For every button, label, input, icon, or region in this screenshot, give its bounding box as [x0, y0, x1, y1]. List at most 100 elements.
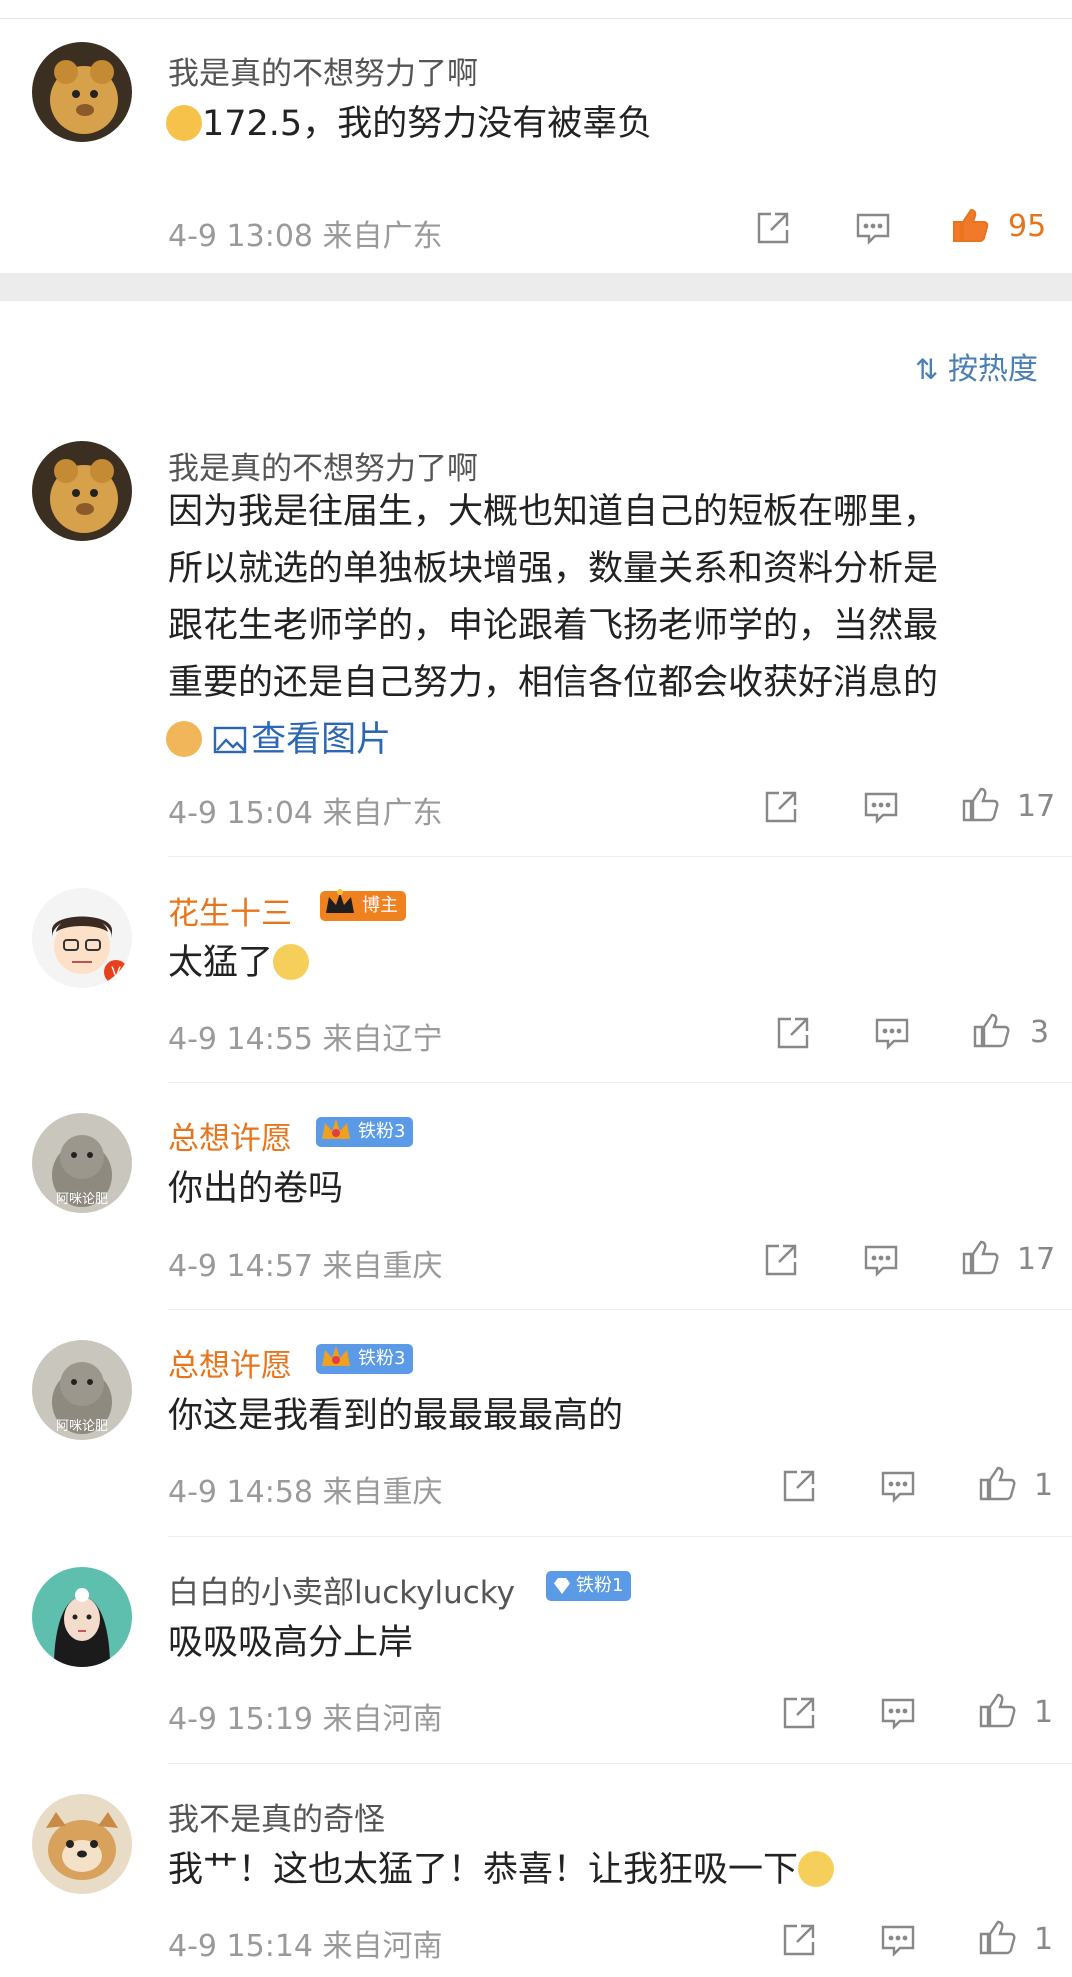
- timestamp: 4-9 13:08: [168, 219, 313, 254]
- like-count: 17: [1017, 789, 1056, 824]
- share-icon[interactable]: [779, 1466, 819, 1506]
- comment-icon[interactable]: [878, 1466, 918, 1506]
- sort-hot-button[interactable]: ⇅ 按热度: [915, 344, 1038, 388]
- avatar[interactable]: V: [32, 888, 132, 988]
- like-icon[interactable]: [977, 1917, 1017, 1957]
- comment-line: 跟花生老师学的，申论跟着飞扬老师学的，当然最: [168, 606, 939, 646]
- top-divider: [0, 18, 1072, 19]
- username[interactable]: 白白的小卖部luckylucky: [168, 1567, 515, 1612]
- like-count: 95: [1008, 209, 1047, 244]
- comment-meta: 4-9 14:57 来自重庆: [168, 1241, 443, 1285]
- timestamp: 4-9 14:55: [168, 1022, 313, 1057]
- comment-meta: 4-9 14:55 来自辽宁: [168, 1014, 443, 1058]
- username[interactable]: 我是真的不想努力了啊: [168, 48, 478, 93]
- avatar[interactable]: [32, 1794, 132, 1894]
- svg-text:V: V: [111, 965, 121, 981]
- fan-badge: 铁粉1: [546, 1571, 632, 1601]
- surprised-emoji-icon: [273, 944, 310, 980]
- drooling-emoji-icon: [166, 721, 202, 757]
- comment-icon[interactable]: [861, 787, 901, 827]
- svg-text:阿咪论肥: 阿咪论肥: [56, 1419, 108, 1434]
- share-icon[interactable]: [753, 208, 793, 248]
- timestamp: 4-9 14:58: [168, 1475, 313, 1510]
- image-icon: [213, 726, 247, 754]
- svg-text:阿咪论肥: 阿咪论肥: [56, 1192, 108, 1207]
- like-icon[interactable]: [960, 784, 1000, 824]
- divider: [168, 856, 1072, 857]
- location: 来自广东: [322, 796, 443, 831]
- username[interactable]: 总想许愿: [168, 1113, 292, 1158]
- like-icon[interactable]: [960, 1237, 1000, 1277]
- sort-icon: ⇅: [914, 353, 939, 386]
- comment-text: 172.5，我的努力没有被辜负: [166, 96, 652, 153]
- divider: [168, 1309, 1072, 1310]
- avatar[interactable]: 阿咪论肥: [32, 1113, 132, 1213]
- location: 来自广东: [322, 219, 443, 254]
- username[interactable]: 花生十三: [168, 888, 292, 933]
- like-count: 1: [1034, 1468, 1054, 1503]
- like-icon[interactable]: [950, 205, 990, 245]
- comment-icon[interactable]: [861, 1240, 901, 1280]
- username[interactable]: 我是真的不想努力了啊: [168, 443, 478, 488]
- comment-icon[interactable]: [872, 1013, 912, 1053]
- location: 来自河南: [322, 1929, 443, 1964]
- username[interactable]: 总想许愿: [168, 1340, 292, 1385]
- like-count: 1: [1034, 1922, 1054, 1957]
- comment-text: 吸吸吸高分上岸: [168, 1623, 414, 1663]
- comment-line: 重要的还是自己努力，相信各位都会收获好消息的: [168, 663, 939, 703]
- view-image-link[interactable]: 查看图片: [213, 720, 391, 760]
- comment-meta: 4-9 15:14 来自河南: [168, 1921, 443, 1965]
- avatar[interactable]: [32, 42, 132, 142]
- timestamp: 4-9 15:14: [168, 1929, 313, 1964]
- like-icon[interactable]: [977, 1690, 1017, 1730]
- comment-meta: 4-9 15:04 来自广东: [168, 788, 443, 832]
- like-icon[interactable]: [971, 1010, 1011, 1050]
- comment-meta: 4-9 13:08 来自广东: [168, 211, 443, 255]
- comment-text: 你这是我看到的最最最最高的: [168, 1396, 624, 1436]
- location: 来自河南: [322, 1702, 443, 1737]
- comment-line: 查看图片: [166, 712, 391, 769]
- avatar[interactable]: [32, 1567, 132, 1667]
- share-icon[interactable]: [779, 1693, 819, 1733]
- share-icon[interactable]: [761, 787, 801, 827]
- share-icon[interactable]: [779, 1920, 819, 1960]
- host-badge: 博主: [320, 889, 406, 921]
- crown-icon: [326, 889, 354, 913]
- fan-badge: 铁粉3: [316, 1117, 414, 1147]
- timestamp: 4-9 14:57: [168, 1249, 313, 1284]
- smirk-emoji-icon: [798, 1851, 835, 1887]
- timestamp: 4-9 15:19: [168, 1702, 313, 1737]
- divider: [168, 1536, 1072, 1537]
- diamond-icon: [554, 1578, 570, 1594]
- comment-meta: 4-9 14:58 来自重庆: [168, 1467, 443, 1511]
- like-icon[interactable]: [977, 1463, 1017, 1503]
- comment-icon[interactable]: [878, 1920, 918, 1960]
- fan-badge: 铁粉3: [316, 1344, 414, 1374]
- divider: [168, 1082, 1072, 1083]
- crown-icon: [322, 1119, 350, 1139]
- avatar[interactable]: 阿咪论肥: [32, 1340, 132, 1440]
- like-count: 3: [1030, 1015, 1050, 1050]
- username[interactable]: 我不是真的奇怪: [168, 1794, 385, 1839]
- comment-text: 我艹！这也太猛了！恭喜！让我狂吸一下: [168, 1842, 835, 1899]
- location: 来自辽宁: [322, 1022, 443, 1057]
- like-count: 1: [1034, 1695, 1054, 1730]
- comment-meta: 4-9 15:19 来自河南: [168, 1694, 443, 1738]
- timestamp: 4-9 15:04: [168, 796, 313, 831]
- section-separator: [0, 273, 1072, 301]
- crown-icon: [322, 1346, 350, 1366]
- comment-text: 你出的卷吗: [168, 1169, 344, 1209]
- avatar[interactable]: [32, 441, 132, 541]
- comment-line: 所以就选的单独板块增强，数量关系和资料分析是: [168, 549, 939, 589]
- crying-emoji-icon: [166, 105, 202, 141]
- location: 来自重庆: [322, 1249, 443, 1284]
- comment-text: 太猛了: [168, 935, 310, 992]
- divider: [168, 1763, 1072, 1764]
- like-count: 17: [1017, 1242, 1056, 1277]
- comment-line: 因为我是往届生，大概也知道自己的短板在哪里，: [168, 492, 939, 532]
- comment-icon[interactable]: [853, 208, 893, 248]
- location: 来自重庆: [322, 1475, 443, 1510]
- comment-icon[interactable]: [878, 1693, 918, 1733]
- share-icon[interactable]: [761, 1240, 801, 1280]
- share-icon[interactable]: [773, 1013, 813, 1053]
